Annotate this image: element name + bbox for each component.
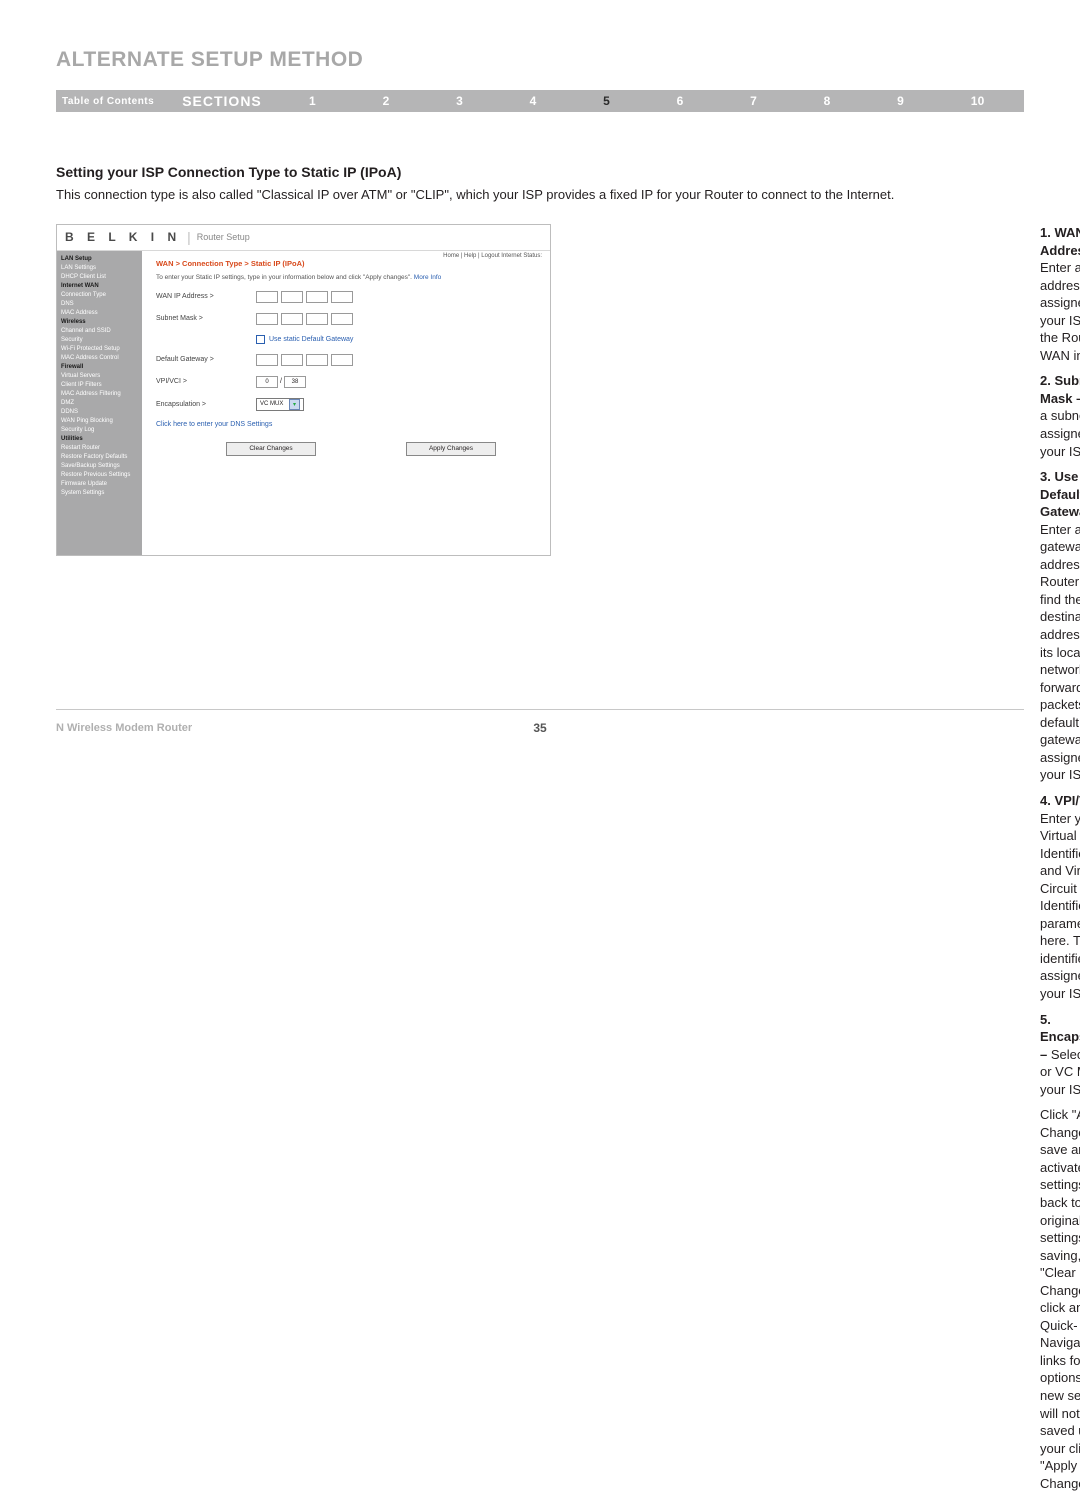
- router-breadcrumb: WAN > Connection Type > Static IP (IPoA): [156, 259, 536, 268]
- vpi-vci-separator: /: [280, 378, 282, 385]
- section-link-7[interactable]: 7: [750, 94, 757, 108]
- toc-link[interactable]: Table of Contents: [62, 96, 154, 107]
- sidebar-header-wireless: Wireless: [61, 318, 138, 327]
- setting-item-4: 4. VPI/VCI – Enter your Virtual Path Ide…: [1040, 792, 1080, 1003]
- dns-settings-link[interactable]: Click here to enter your DNS Settings: [156, 421, 536, 428]
- use-static-gw-label: Use static Default Gateway: [269, 336, 353, 343]
- chevron-down-icon: ▾: [289, 399, 300, 410]
- setting-item-2: 2. Subnet Mask – Enter a subnet mask ass…: [1040, 372, 1080, 460]
- section-nav-bar: Table of Contents SECTIONS 1 2 3 4 5 6 7…: [56, 90, 1024, 112]
- router-header: B E L K I N | Router Setup: [57, 225, 550, 251]
- default-gw-inputs[interactable]: [256, 354, 353, 366]
- sidebar-item[interactable]: MAC Address Filtering: [61, 390, 138, 399]
- default-gw-label: Default Gateway >: [156, 356, 256, 363]
- sidebar-item[interactable]: DHCP Client List: [61, 273, 138, 282]
- encapsulation-value: VC MUX: [260, 401, 283, 407]
- encapsulation-select[interactable]: VC MUX ▾: [256, 398, 304, 411]
- sidebar-header-firewall: Firewall: [61, 363, 138, 372]
- section-link-9[interactable]: 9: [897, 94, 904, 108]
- section-link-2[interactable]: 2: [383, 94, 390, 108]
- section-numbers: 1 2 3 4 5 6 7 8 9 10: [276, 94, 1018, 108]
- page-number: 35: [533, 721, 546, 735]
- sidebar-item[interactable]: Save/Backup Settings: [61, 462, 138, 471]
- section-link-10[interactable]: 10: [971, 94, 985, 108]
- footer-separator: [56, 709, 1024, 710]
- router-main-panel: WAN > Connection Type > Static IP (IPoA)…: [142, 251, 550, 555]
- final-instructions: Click "Apply Changes" to save and activa…: [1040, 1106, 1080, 1492]
- sidebar-item[interactable]: Wi-Fi Protected Setup: [61, 345, 138, 354]
- sidebar-item[interactable]: MAC Address: [61, 309, 138, 318]
- subnet-label: Subnet Mask >: [156, 315, 256, 322]
- sidebar-item[interactable]: WAN Ping Blocking: [61, 417, 138, 426]
- sidebar-item[interactable]: DNS: [61, 300, 138, 309]
- vci-input[interactable]: 38: [284, 376, 306, 388]
- page-title: ALTERNATE SETUP METHOD: [56, 48, 1024, 72]
- footer-product-name: N Wireless Modem Router: [56, 722, 192, 734]
- vpivci-label: VPI/VCI >: [156, 378, 256, 385]
- sections-label: SECTIONS: [182, 93, 262, 109]
- sidebar-item[interactable]: Virtual Servers: [61, 372, 138, 381]
- sidebar-item[interactable]: Firmware Update: [61, 480, 138, 489]
- router-setup-label: Router Setup: [197, 232, 250, 242]
- sidebar-item[interactable]: MAC Address Control: [61, 354, 138, 363]
- section-link-1[interactable]: 1: [309, 94, 316, 108]
- sidebar-item[interactable]: Restore Previous Settings: [61, 471, 138, 480]
- sidebar-item[interactable]: Restart Router: [61, 444, 138, 453]
- more-info-link[interactable]: More Info: [414, 274, 441, 281]
- sidebar-item[interactable]: LAN Settings: [61, 264, 138, 273]
- router-ui-screenshot: B E L K I N | Router Setup Home | Help |…: [56, 224, 551, 556]
- sidebar-item[interactable]: DMZ: [61, 399, 138, 408]
- sidebar-item[interactable]: Channel and SSID: [61, 327, 138, 336]
- wan-ip-inputs[interactable]: [256, 291, 353, 303]
- instruction-text: To enter your Static IP settings, type i…: [156, 274, 412, 281]
- sidebar-header-lan: LAN Setup: [61, 255, 138, 264]
- section-intro: This connection type is also called "Cla…: [56, 186, 1016, 204]
- section-link-6[interactable]: 6: [677, 94, 684, 108]
- router-instruction: To enter your Static IP settings, type i…: [156, 274, 536, 281]
- sidebar-item[interactable]: Security: [61, 336, 138, 345]
- subnet-inputs[interactable]: [256, 313, 353, 325]
- section-link-8[interactable]: 8: [824, 94, 831, 108]
- section-link-4[interactable]: 4: [530, 94, 537, 108]
- router-top-links[interactable]: Home | Help | Logout Internet Status:: [443, 253, 542, 259]
- section-link-5[interactable]: 5: [603, 94, 610, 108]
- use-static-gw-checkbox[interactable]: [256, 335, 265, 344]
- belkin-logo: B E L K I N: [65, 230, 181, 244]
- sidebar-item[interactable]: Security Log: [61, 426, 138, 435]
- sidebar-item[interactable]: DDNS: [61, 408, 138, 417]
- sidebar-header-wan: Internet WAN: [61, 282, 138, 291]
- encapsulation-label: Encapsulation >: [156, 401, 256, 408]
- section-link-3[interactable]: 3: [456, 94, 463, 108]
- divider: |: [187, 229, 191, 245]
- section-subheading: Setting your ISP Connection Type to Stat…: [56, 164, 1016, 180]
- sidebar-header-utilities: Utilities: [61, 435, 138, 444]
- sidebar-item[interactable]: System Settings: [61, 489, 138, 498]
- sidebar-item[interactable]: Client IP Filters: [61, 381, 138, 390]
- clear-changes-button[interactable]: Clear Changes: [226, 442, 316, 456]
- setting-item-1: 1. WAN IP Address – Enter an IP address …: [1040, 224, 1080, 364]
- vpi-input[interactable]: 0: [256, 376, 278, 388]
- sidebar-item[interactable]: Restore Factory Defaults: [61, 453, 138, 462]
- apply-changes-button[interactable]: Apply Changes: [406, 442, 496, 456]
- setting-item-3: 3. Use Static Default Gateway – Enter a …: [1040, 468, 1080, 784]
- setting-item-5: 5. Encapsulation – Select LLC or VC MUX …: [1040, 1011, 1080, 1099]
- wan-ip-label: WAN IP Address >: [156, 293, 256, 300]
- sidebar-item[interactable]: Connection Type: [61, 291, 138, 300]
- router-sidebar: LAN Setup LAN Settings DHCP Client List …: [57, 251, 142, 555]
